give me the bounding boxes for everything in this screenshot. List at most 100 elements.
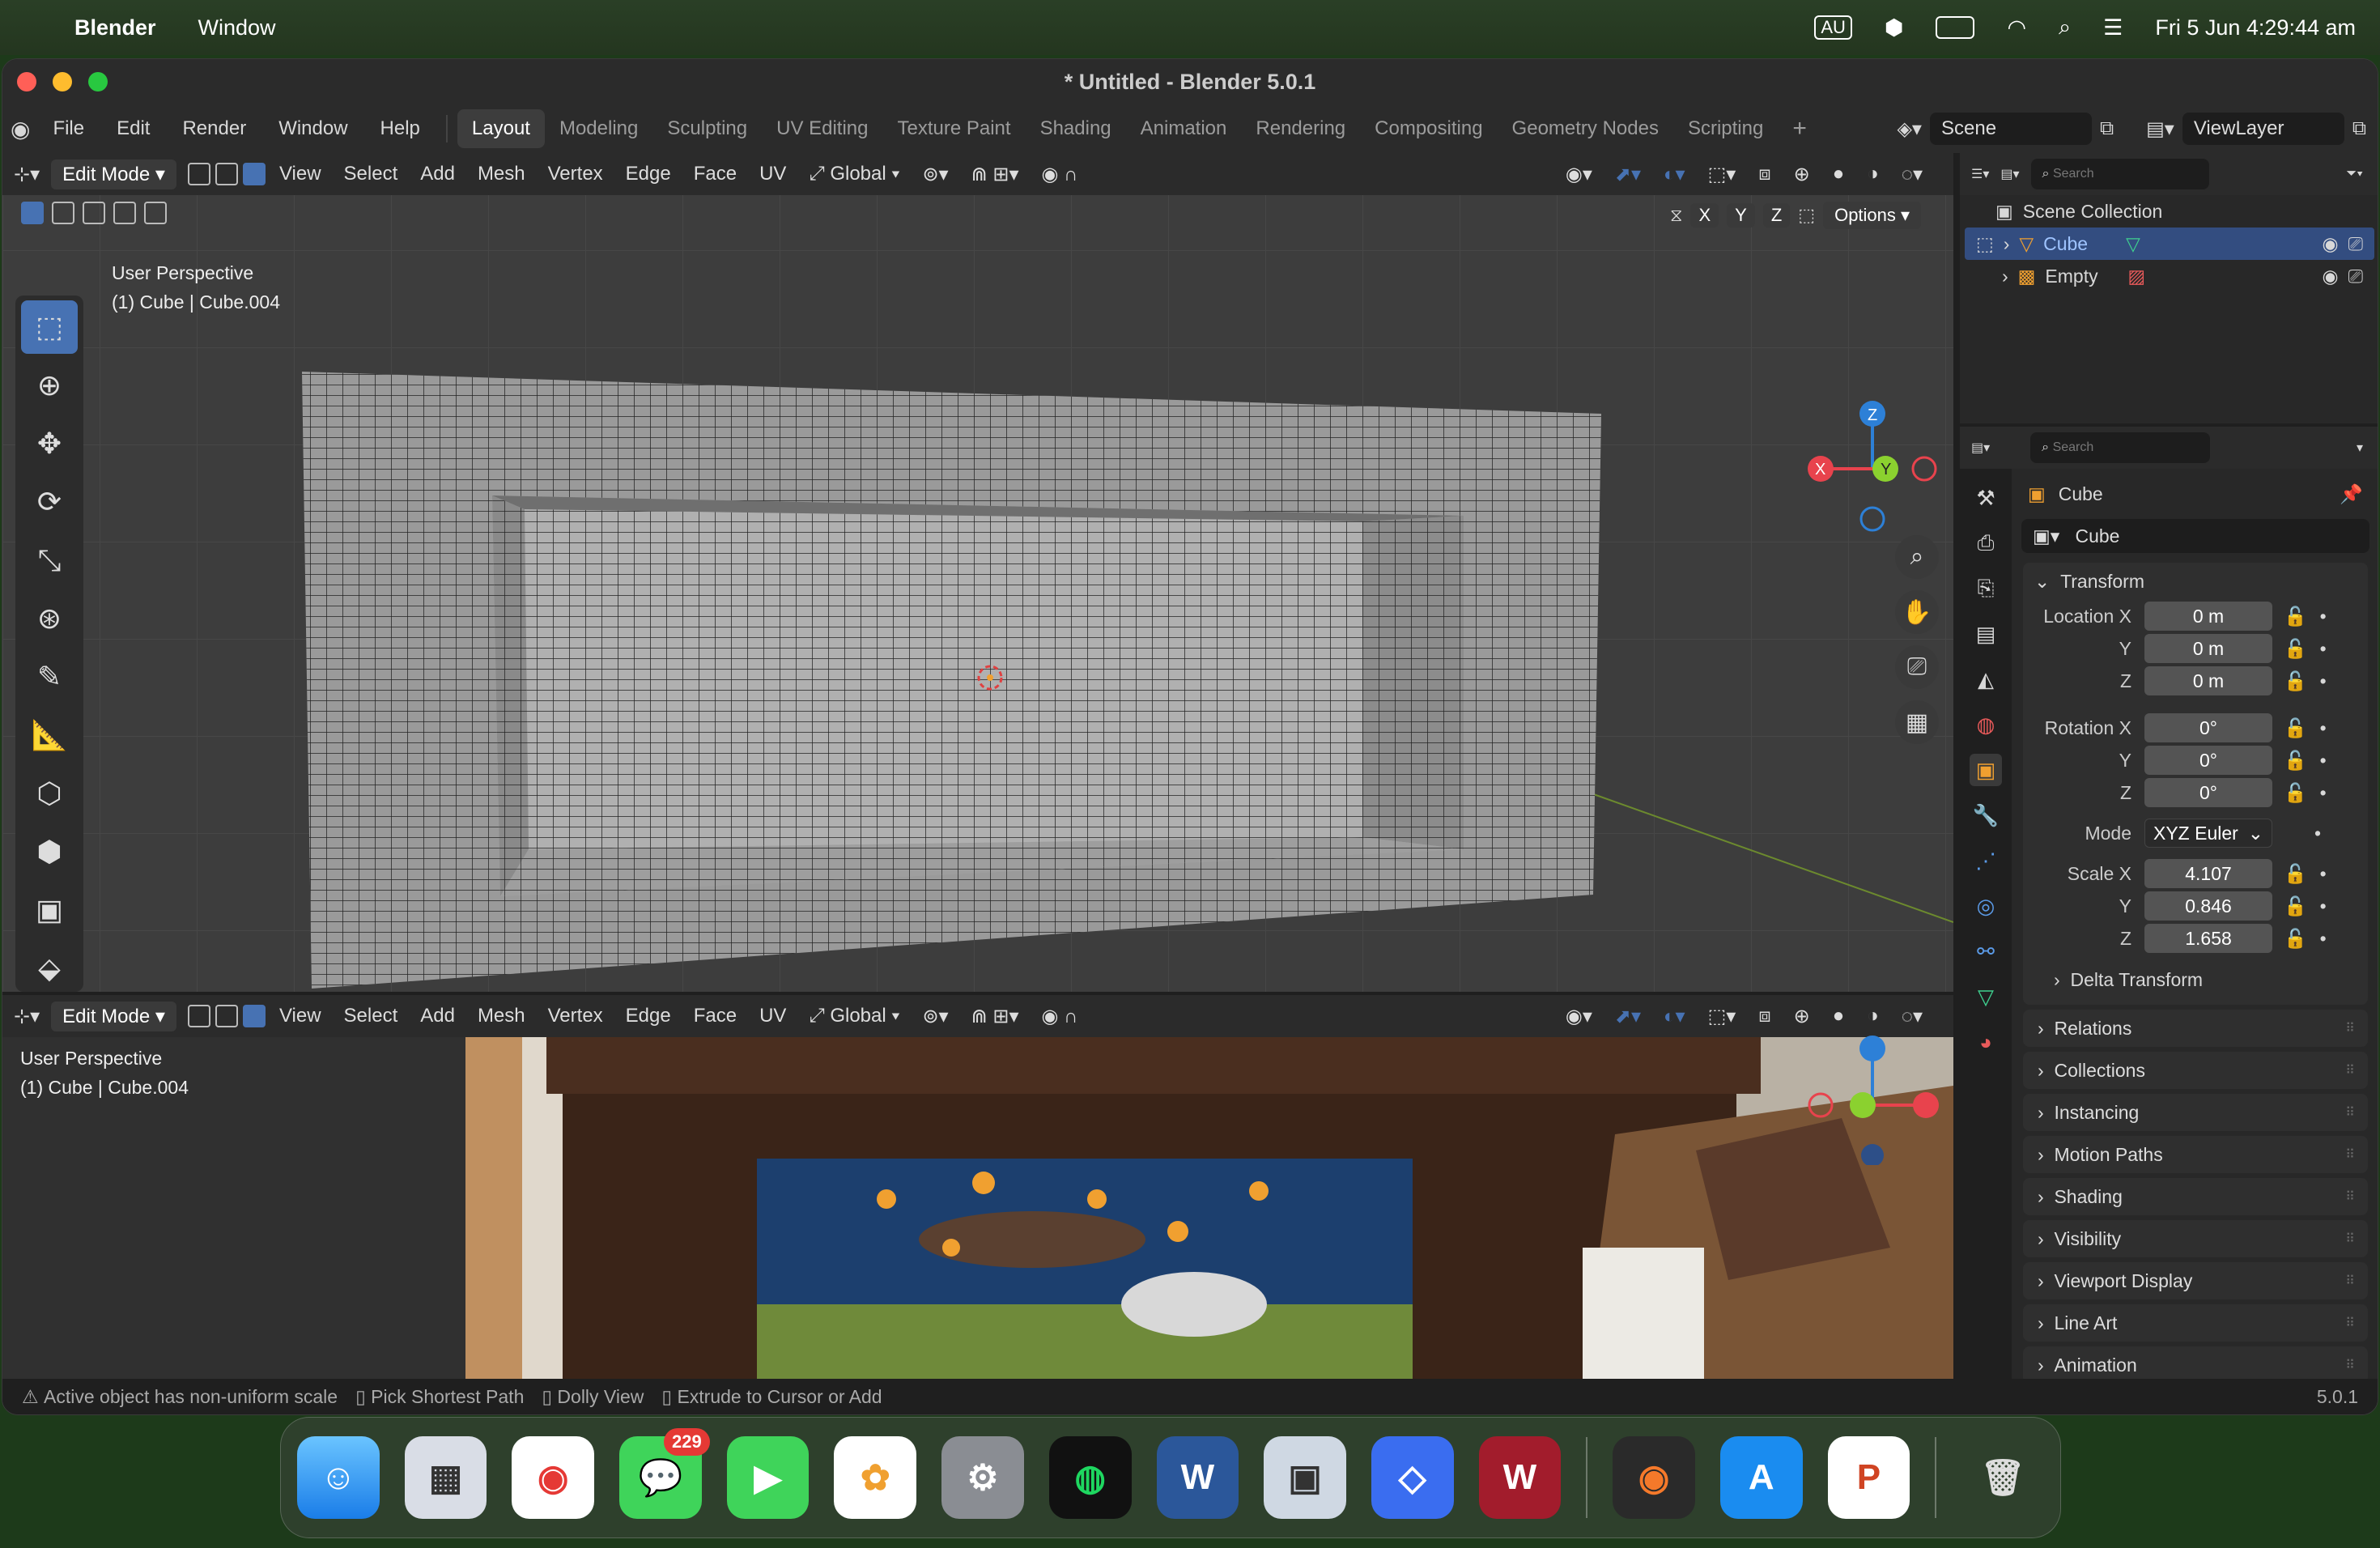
gizmo-neg-z-icon[interactable] xyxy=(1861,1144,1884,1165)
facetime-icon[interactable]: ▶ xyxy=(726,1436,810,1519)
tab-uv-editing[interactable]: UV Editing xyxy=(762,109,882,148)
gizmo-icon[interactable]: ⬈▾ xyxy=(1615,1005,1641,1028)
tool-tab-icon[interactable]: ⚒ xyxy=(1970,482,2002,514)
orientation-dropdown[interactable]: ⤢ Global ▾ xyxy=(809,163,899,185)
select-extend-icon[interactable] xyxy=(52,202,74,224)
app-menu[interactable]: Blender xyxy=(74,15,156,40)
view-layer-tab-icon[interactable]: ▤ xyxy=(1970,618,2002,650)
tab-scripting[interactable]: Scripting xyxy=(1673,109,1778,148)
gizmo-neg-x-icon[interactable] xyxy=(1808,1092,1834,1118)
menu-add[interactable]: Add xyxy=(420,1005,455,1027)
scene-collection-row[interactable]: ▣ Scene Collection xyxy=(1960,195,2378,228)
menu-select[interactable]: Select xyxy=(344,1005,398,1027)
face-select-icon[interactable] xyxy=(242,1005,266,1027)
panel-line-art[interactable]: › Line Art ⠿ xyxy=(2023,1304,2368,1342)
lock-icon[interactable]: 🔓 xyxy=(2284,895,2307,917)
render-tab-icon[interactable]: ⎙ xyxy=(1970,527,2002,559)
eye-icon[interactable]: ◉ xyxy=(2323,266,2339,287)
menu-edit[interactable]: Edit xyxy=(117,117,150,140)
tab-texture-paint[interactable]: Texture Paint xyxy=(883,109,1026,148)
panel-shading[interactable]: › Shading ⠿ xyxy=(2023,1178,2368,1215)
rotation-z-field[interactable]: 0° xyxy=(2144,778,2272,807)
output-tab-icon[interactable]: ⎘ xyxy=(1970,572,2002,605)
lock-icon[interactable]: 🔓 xyxy=(2284,606,2307,627)
expand-icon[interactable]: › xyxy=(2004,233,2010,255)
new-viewlayer-icon[interactable]: ⧉ xyxy=(2352,117,2366,140)
outliner-item-empty[interactable]: › ▩ Empty ▨ ◉ ⎚ xyxy=(1960,260,2378,292)
wifi-icon[interactable]: ◠ xyxy=(2007,15,2026,40)
delta-transform-header[interactable]: › Delta Transform xyxy=(2023,961,2368,998)
scale-tool-icon[interactable]: ⤡ xyxy=(21,534,78,587)
face-select-icon[interactable] xyxy=(242,163,266,185)
outliner-search[interactable]: ⌕ Search xyxy=(2030,159,2209,189)
expand-icon[interactable]: › xyxy=(2002,266,2008,287)
viewlayer-selector-icon[interactable]: ▤▾ xyxy=(2146,117,2174,141)
physics-tab-icon[interactable]: ◎ xyxy=(1970,890,2002,922)
mirror-icon[interactable]: ⧖ xyxy=(1670,205,1682,226)
material-tab-icon[interactable]: ◕ xyxy=(1970,1026,2002,1058)
messages-icon[interactable]: 💬 229 xyxy=(619,1428,710,1519)
menu-mesh[interactable]: Mesh xyxy=(478,163,525,185)
camera-icon[interactable]: ⎚ xyxy=(2348,266,2363,287)
transform-header[interactable]: ⌄ Transform xyxy=(2023,563,2368,600)
panel-visibility[interactable]: › Visibility ⠿ xyxy=(2023,1220,2368,1257)
pivot-icon[interactable]: ⊚▾ xyxy=(922,163,948,186)
menu-mesh[interactable]: Mesh xyxy=(478,1005,525,1027)
panel-viewport-display[interactable]: › Viewport Display ⠿ xyxy=(2023,1262,2368,1299)
spotify-icon[interactable]: ◍ xyxy=(1048,1436,1132,1519)
app-store-icon[interactable]: A xyxy=(1719,1436,1803,1519)
gizmo-neg-z-icon[interactable] xyxy=(1859,506,1885,532)
filter-icon[interactable]: ⏷▾ xyxy=(2346,167,2363,181)
powerpoint-icon[interactable]: P xyxy=(1827,1436,1910,1519)
scale-z-field[interactable]: 1.658 xyxy=(2144,924,2272,953)
preview-icon[interactable]: ▣ xyxy=(1264,1436,1346,1519)
pin-icon[interactable]: 📌 xyxy=(2340,483,2363,505)
vertex-select-icon[interactable] xyxy=(187,1005,210,1027)
perspective-toggle-icon[interactable]: ▦ xyxy=(1895,700,1939,744)
new-scene-icon[interactable]: ⧉ xyxy=(2100,117,2114,140)
launchpad-icon[interactable]: ▦ xyxy=(404,1436,487,1519)
menu-help[interactable]: Help xyxy=(380,117,420,140)
mesh-data-icon[interactable]: ▽ xyxy=(2126,233,2140,255)
zoom-icon[interactable]: ⌕ xyxy=(1895,535,1939,579)
mirror-x-button[interactable]: X xyxy=(1690,203,1719,228)
inset-tool-icon[interactable]: ▣ xyxy=(21,883,78,937)
trash-icon[interactable]: 🗑 xyxy=(1961,1436,2044,1519)
bevel-tool-icon[interactable]: ⬙ xyxy=(21,942,78,995)
transform-tool-icon[interactable]: ⊛ xyxy=(21,592,78,645)
location-z-field[interactable]: 0 m xyxy=(2144,666,2272,695)
roblox-icon[interactable]: ◇ xyxy=(1371,1436,1454,1519)
lock-icon[interactable]: 🔓 xyxy=(2284,638,2307,660)
editor-type-icon[interactable]: ⊹▾ xyxy=(14,163,40,186)
lock-icon[interactable]: 🔓 xyxy=(2284,928,2307,950)
menu-file[interactable]: File xyxy=(53,117,84,140)
data-tab-icon[interactable]: ▽ xyxy=(1970,980,2002,1013)
tab-animation[interactable]: Animation xyxy=(1126,109,1242,148)
clock[interactable]: Fri 5 Jun 4:29:44 am xyxy=(2155,15,2356,40)
edge-select-icon[interactable] xyxy=(215,163,238,185)
lock-icon[interactable]: 🔓 xyxy=(2284,782,2307,804)
xray-icon[interactable]: ⧈ xyxy=(1758,1005,1770,1027)
window-menu[interactable]: Window xyxy=(198,15,276,40)
vertex-select-icon[interactable] xyxy=(187,163,210,185)
menu-uv[interactable]: UV xyxy=(759,1005,786,1027)
panel-collections[interactable]: › Collections ⠿ xyxy=(2023,1052,2368,1089)
mirror-y-button[interactable]: Y xyxy=(1727,203,1755,228)
object-type-icon[interactable]: ▣▾ xyxy=(2033,525,2059,547)
editor-type-icon[interactable]: ⊹▾ xyxy=(14,1005,40,1028)
object-tab-icon[interactable]: ▣ xyxy=(1970,754,2002,786)
mesh-overlay-icon[interactable]: ⬚▾ xyxy=(1708,163,1736,186)
menu-render[interactable]: Render xyxy=(182,117,246,140)
menu-add[interactable]: Add xyxy=(420,163,455,185)
rotation-y-field[interactable]: 0° xyxy=(2144,746,2272,775)
viewlayer-field[interactable]: ViewLayer xyxy=(2182,113,2344,145)
scene-tab-icon[interactable]: ◭ xyxy=(1970,663,2002,695)
orientation-dropdown[interactable]: ⤢ Global ▾ xyxy=(809,1005,899,1027)
system-settings-icon[interactable]: ⚙ xyxy=(941,1436,1024,1519)
select-new-icon[interactable] xyxy=(21,202,44,224)
menu-vertex[interactable]: Vertex xyxy=(548,163,603,185)
overlay-icon[interactable]: ◐▾ xyxy=(1664,1005,1685,1028)
blender-logo-icon[interactable]: ◉ xyxy=(11,116,30,142)
lock-icon[interactable]: 🔓 xyxy=(2284,750,2307,772)
mirror-z-button[interactable]: Z xyxy=(1762,203,1791,228)
